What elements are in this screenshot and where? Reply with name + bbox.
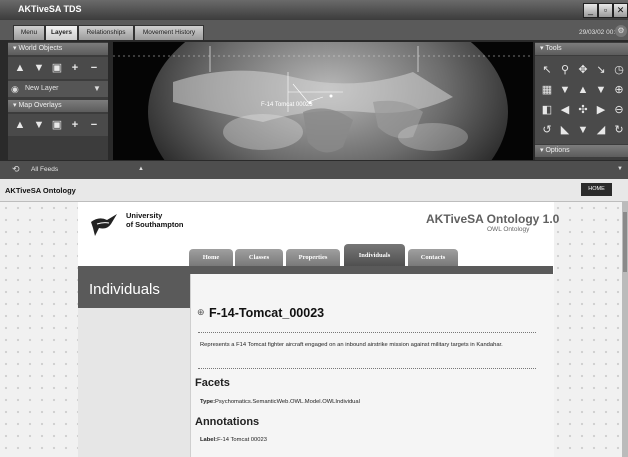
- tab-relationships[interactable]: Relationships: [78, 25, 134, 40]
- expand-icon[interactable]: ▼: [617, 166, 623, 172]
- left-column: [78, 308, 190, 457]
- remove-icon[interactable]: −: [87, 117, 101, 133]
- pan-down-right-icon[interactable]: ◢: [594, 122, 608, 138]
- arrow-down-icon[interactable]: ▼: [558, 82, 572, 98]
- nav-tab-properties[interactable]: Properties: [286, 249, 340, 267]
- type-label: Type:: [200, 399, 216, 405]
- add-icon[interactable]: +: [68, 60, 82, 76]
- type-row: Type:Psychomatics.SemanticWeb.OWL.Model.…: [200, 399, 360, 405]
- university-logo-icon: [89, 210, 119, 240]
- pan-icon[interactable]: ✥: [576, 62, 590, 78]
- tools-label: Tools: [545, 45, 562, 52]
- ontology-bar: [0, 179, 628, 202]
- rotate-left-icon[interactable]: ↺: [540, 122, 554, 138]
- tab-menu[interactable]: Menu: [13, 25, 45, 40]
- feeds-label[interactable]: All Feeds: [31, 166, 58, 173]
- options-header[interactable]: ▾ Options: [535, 145, 628, 157]
- feeds-bar: [0, 161, 628, 179]
- home-button[interactable]: HOME: [581, 183, 612, 196]
- title-bar: [0, 0, 628, 20]
- eye-icon[interactable]: ◉: [11, 84, 19, 95]
- scrollbar-thumb[interactable]: [623, 212, 627, 272]
- nav-underline: [190, 266, 553, 274]
- rotate-right-icon[interactable]: ↻: [612, 122, 626, 138]
- move-down-icon[interactable]: ▼: [32, 117, 46, 133]
- individual-icon: ⊕: [197, 307, 205, 317]
- pan-down-left-icon[interactable]: ◣: [558, 122, 572, 138]
- divider: [198, 332, 536, 333]
- ontology-title: AKTiveSA Ontology: [5, 186, 76, 195]
- zoom-icon[interactable]: ⚲: [558, 62, 572, 78]
- map-overlays-label: Map Overlays: [18, 102, 62, 109]
- nav-tab-contacts[interactable]: Contacts: [408, 249, 458, 267]
- divider: [198, 368, 536, 369]
- tab-layers[interactable]: Layers: [45, 25, 78, 40]
- nav-tab-classes[interactable]: Classes: [235, 249, 283, 267]
- app-title: AKTiveSA TDS: [18, 4, 82, 14]
- label-row: Label:F-14 Tomcat 00023: [200, 437, 267, 443]
- edit-icon[interactable]: ▣: [50, 117, 64, 133]
- individual-card: [190, 274, 554, 457]
- tab-movement-history[interactable]: Movement History: [134, 25, 204, 40]
- label-value: F-14 Tomcat 00023: [217, 437, 267, 443]
- minimize-button[interactable]: _: [583, 3, 598, 18]
- maximize-button[interactable]: ▫: [598, 3, 613, 18]
- dropdown-icon[interactable]: ▼: [93, 84, 101, 93]
- new-layer-label: New Layer: [25, 85, 59, 92]
- facets-heading: Facets: [195, 377, 230, 389]
- center-icon[interactable]: ✣: [576, 102, 590, 118]
- edit-icon[interactable]: ▣: [50, 60, 64, 76]
- move-up-icon[interactable]: ▲: [13, 60, 27, 76]
- collapse-icon: ▾: [540, 45, 544, 52]
- earth-globe-image: [113, 42, 533, 160]
- individual-name: F-14-Tomcat_00023: [209, 306, 325, 320]
- refresh-icon[interactable]: ⟲: [12, 164, 20, 175]
- close-button[interactable]: ✕: [613, 3, 628, 18]
- individual-description: Represents a F14 Tomcat fighter aircraft…: [200, 342, 503, 348]
- tools-header[interactable]: ▾ Tools: [535, 43, 628, 55]
- type-value[interactable]: Psychomatics.SemanticWeb.OWL.Model.OWLIn…: [215, 399, 360, 405]
- add-icon[interactable]: +: [68, 117, 82, 133]
- settings-icon[interactable]: ⚙: [615, 25, 627, 37]
- map-overlays-header[interactable]: ▾ Map Overlays: [8, 100, 108, 112]
- grid-icon[interactable]: ▦: [540, 82, 554, 98]
- university-name-line1: University: [126, 211, 163, 220]
- collapse-icon: ▾: [540, 147, 544, 154]
- pointer-icon[interactable]: ↖: [540, 62, 554, 78]
- world-objects-header[interactable]: ▾ World Objects: [8, 43, 108, 55]
- move-up-icon[interactable]: ▲: [13, 117, 27, 133]
- annotations-heading: Annotations: [195, 416, 260, 428]
- zoom-in-icon[interactable]: ⊕: [612, 82, 626, 98]
- zoom-out-icon[interactable]: ⊖: [612, 102, 626, 118]
- clock-icon[interactable]: ◷: [612, 62, 626, 78]
- map-label[interactable]: F-14 Tomcat 00023: [261, 102, 313, 108]
- layers-icon[interactable]: ◧: [540, 102, 554, 118]
- collapse-icon: ▾: [13, 45, 17, 52]
- nav-tab-individuals[interactable]: Individuals: [344, 244, 405, 267]
- expand-icon[interactable]: ▲: [138, 166, 144, 172]
- satellite-map[interactable]: F-14 Tomcat 00023: [113, 42, 533, 160]
- world-objects-label: World Objects: [18, 45, 63, 52]
- university-name-line2: of Southampton: [126, 220, 184, 229]
- section-title: Individuals: [89, 281, 160, 298]
- remove-icon[interactable]: −: [87, 60, 101, 76]
- pan-down-icon[interactable]: ▼: [594, 82, 608, 98]
- pan-right-icon[interactable]: ▶: [594, 102, 608, 118]
- pan-left-icon[interactable]: ◀: [558, 102, 572, 118]
- select-icon[interactable]: ↘: [594, 62, 608, 78]
- collapse-icon: ▾: [13, 102, 17, 109]
- site-title: AKTiveSA Ontology 1.0: [426, 212, 560, 226]
- move-down-icon[interactable]: ▼: [32, 60, 46, 76]
- site-subtitle: OWL Ontology: [487, 226, 530, 233]
- options-label: Options: [545, 147, 570, 154]
- nav-tab-home[interactable]: Home: [189, 249, 233, 267]
- label-label: Label:: [200, 437, 218, 443]
- pan-up-icon[interactable]: ▲: [576, 82, 590, 98]
- pan-down-center-icon[interactable]: ▼: [576, 122, 590, 138]
